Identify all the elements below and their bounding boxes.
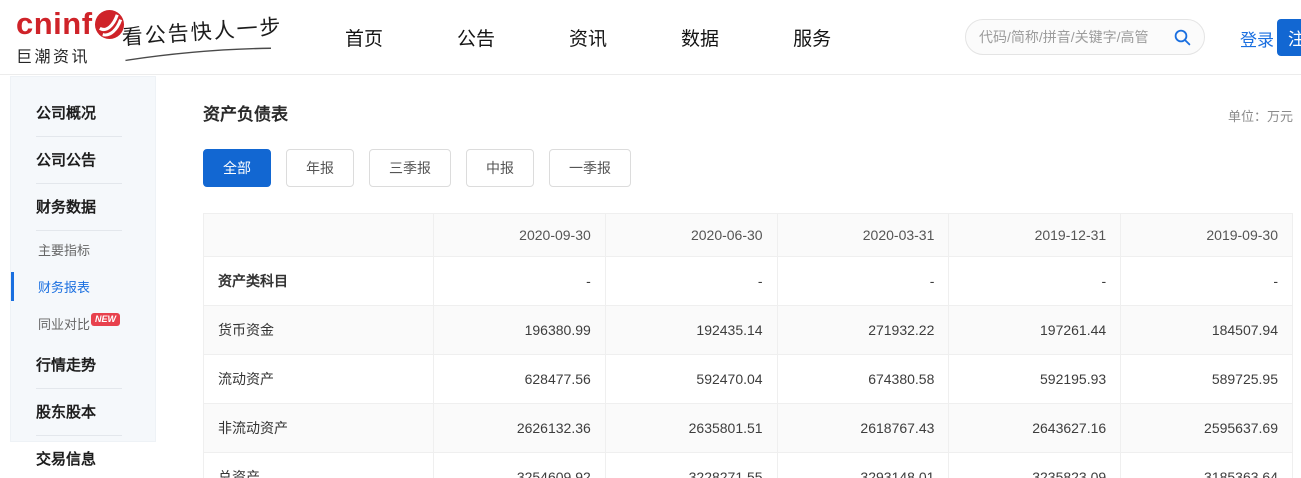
cell-value: 592470.04 bbox=[605, 355, 777, 404]
cell-value: 271932.22 bbox=[777, 306, 949, 355]
sidebar-item-0[interactable]: 公司概况 bbox=[11, 90, 155, 137]
search-box bbox=[965, 19, 1205, 55]
cell-value: 2643627.16 bbox=[949, 404, 1121, 453]
sidebar-item-label: 财务报表 bbox=[38, 280, 90, 295]
sidebar-item-label: 主要指标 bbox=[38, 243, 90, 258]
cell-value: - bbox=[777, 257, 949, 306]
table-header-date: 2020-09-30 bbox=[434, 214, 606, 257]
sidebar-item-7[interactable]: 股东股本 bbox=[11, 389, 155, 436]
brand-subtitle: 巨潮资讯 bbox=[16, 43, 125, 67]
main-content: 资产负债表 单位：万元 全部年报三季报中报一季报 2020-09-302020-… bbox=[203, 105, 1293, 478]
filter-button-0[interactable]: 全部 bbox=[203, 149, 271, 187]
cell-value: 628477.56 bbox=[434, 355, 606, 404]
cell-value: - bbox=[1121, 257, 1293, 306]
sidebar-item-label: 财务数据 bbox=[36, 199, 96, 216]
sidebar-item-label: 交易信息 bbox=[36, 451, 96, 468]
filter-button-4[interactable]: 一季报 bbox=[549, 149, 631, 187]
tagline: 看公告快人一步 bbox=[121, 10, 284, 62]
brand-text: cninf bbox=[16, 9, 93, 39]
top-header: cninf 巨潮资讯 看公告快人一步 首页 公告 资讯 数据 服务 bbox=[0, 0, 1301, 75]
table-header-date: 2019-12-31 bbox=[949, 214, 1121, 257]
sidebar-item-3[interactable]: 主要指标 bbox=[11, 231, 155, 268]
table-row: 总资产3254609.923228271.553293148.013235823… bbox=[204, 453, 1293, 478]
cell-value: 3254609.92 bbox=[434, 453, 606, 478]
cell-value: 192435.14 bbox=[605, 306, 777, 355]
sidebar: 公司概况公司公告财务数据主要指标财务报表同业对比NEW行情走势股东股本交易信息 bbox=[10, 76, 156, 442]
row-label: 总资产 bbox=[204, 453, 434, 478]
sidebar-item-label: 股东股本 bbox=[36, 404, 96, 421]
cell-value: - bbox=[434, 257, 606, 306]
cell-value: 3228271.55 bbox=[605, 453, 777, 478]
cell-value: 196380.99 bbox=[434, 306, 606, 355]
sidebar-item-2[interactable]: 财务数据 bbox=[11, 184, 155, 231]
table-row: 流动资产628477.56592470.04674380.58592195.93… bbox=[204, 355, 1293, 404]
row-label: 资产类科目 bbox=[204, 257, 434, 306]
cell-value: 2595637.69 bbox=[1121, 404, 1293, 453]
cell-value: - bbox=[605, 257, 777, 306]
row-label: 货币资金 bbox=[204, 306, 434, 355]
cell-value: 3185363.64 bbox=[1121, 453, 1293, 478]
table-header-empty bbox=[204, 214, 434, 257]
cell-value: 197261.44 bbox=[949, 306, 1121, 355]
cell-value: 184507.94 bbox=[1121, 306, 1293, 355]
balance-sheet-table: 2020-09-302020-06-302020-03-312019-12-31… bbox=[203, 213, 1293, 478]
nav-item-2[interactable]: 资讯 bbox=[569, 24, 607, 51]
nav-item-3[interactable]: 数据 bbox=[681, 24, 719, 51]
table-row: 资产类科目----- bbox=[204, 257, 1293, 306]
nav-item-0[interactable]: 首页 bbox=[345, 24, 383, 51]
nav-item-4[interactable]: 服务 bbox=[793, 24, 831, 51]
search-icon[interactable] bbox=[1174, 29, 1191, 46]
table-row: 非流动资产2626132.362635801.512618767.4326436… bbox=[204, 404, 1293, 453]
cell-value: 2618767.43 bbox=[777, 404, 949, 453]
table-row: 货币资金196380.99192435.14271932.22197261.44… bbox=[204, 306, 1293, 355]
cell-value: 3235823.09 bbox=[949, 453, 1121, 478]
sidebar-item-6[interactable]: 行情走势 bbox=[11, 342, 155, 389]
cell-value: 674380.58 bbox=[777, 355, 949, 404]
report-filter-group: 全部年报三季报中报一季报 bbox=[203, 149, 1293, 187]
sidebar-item-4[interactable]: 财务报表 bbox=[11, 268, 155, 305]
filter-button-3[interactable]: 中报 bbox=[466, 149, 534, 187]
cell-value: 592195.93 bbox=[949, 355, 1121, 404]
sidebar-item-label: 公司概况 bbox=[36, 105, 96, 122]
sidebar-item-label: 公司公告 bbox=[36, 152, 96, 169]
nav-item-1[interactable]: 公告 bbox=[457, 24, 495, 51]
unit-label: 单位：万元 bbox=[1228, 106, 1293, 125]
sidebar-item-label: 行情走势 bbox=[36, 357, 96, 374]
cell-value: 2635801.51 bbox=[605, 404, 777, 453]
table-header-date: 2020-06-30 bbox=[605, 214, 777, 257]
search-input[interactable] bbox=[979, 29, 1174, 45]
filter-button-2[interactable]: 三季报 bbox=[369, 149, 451, 187]
register-button[interactable]: 注册 bbox=[1277, 19, 1301, 56]
sidebar-item-1[interactable]: 公司公告 bbox=[11, 137, 155, 184]
page-title: 资产负债表 bbox=[203, 100, 288, 125]
brand-swirl-icon bbox=[94, 9, 125, 40]
table-header-date: 2019-09-30 bbox=[1121, 214, 1293, 257]
main-nav: 首页 公告 资讯 数据 服务 bbox=[345, 0, 831, 75]
new-badge: NEW bbox=[91, 313, 120, 326]
row-label: 流动资产 bbox=[204, 355, 434, 404]
sidebar-item-5[interactable]: 同业对比NEW bbox=[11, 305, 155, 342]
cell-value: 3293148.01 bbox=[777, 453, 949, 478]
login-link[interactable]: 登录 bbox=[1240, 26, 1274, 51]
row-label: 非流动资产 bbox=[204, 404, 434, 453]
cell-value: - bbox=[949, 257, 1121, 306]
cell-value: 589725.95 bbox=[1121, 355, 1293, 404]
cell-value: 2626132.36 bbox=[434, 404, 606, 453]
filter-button-1[interactable]: 年报 bbox=[286, 149, 354, 187]
cninfo-logo[interactable]: cninf 巨潮资讯 bbox=[16, 9, 125, 67]
sidebar-item-8[interactable]: 交易信息 bbox=[11, 436, 155, 478]
table-header-date: 2020-03-31 bbox=[777, 214, 949, 257]
sidebar-item-label: 同业对比 bbox=[38, 317, 90, 332]
page: cninf 巨潮资讯 看公告快人一步 首页 公告 资讯 数据 服务 bbox=[0, 0, 1301, 478]
